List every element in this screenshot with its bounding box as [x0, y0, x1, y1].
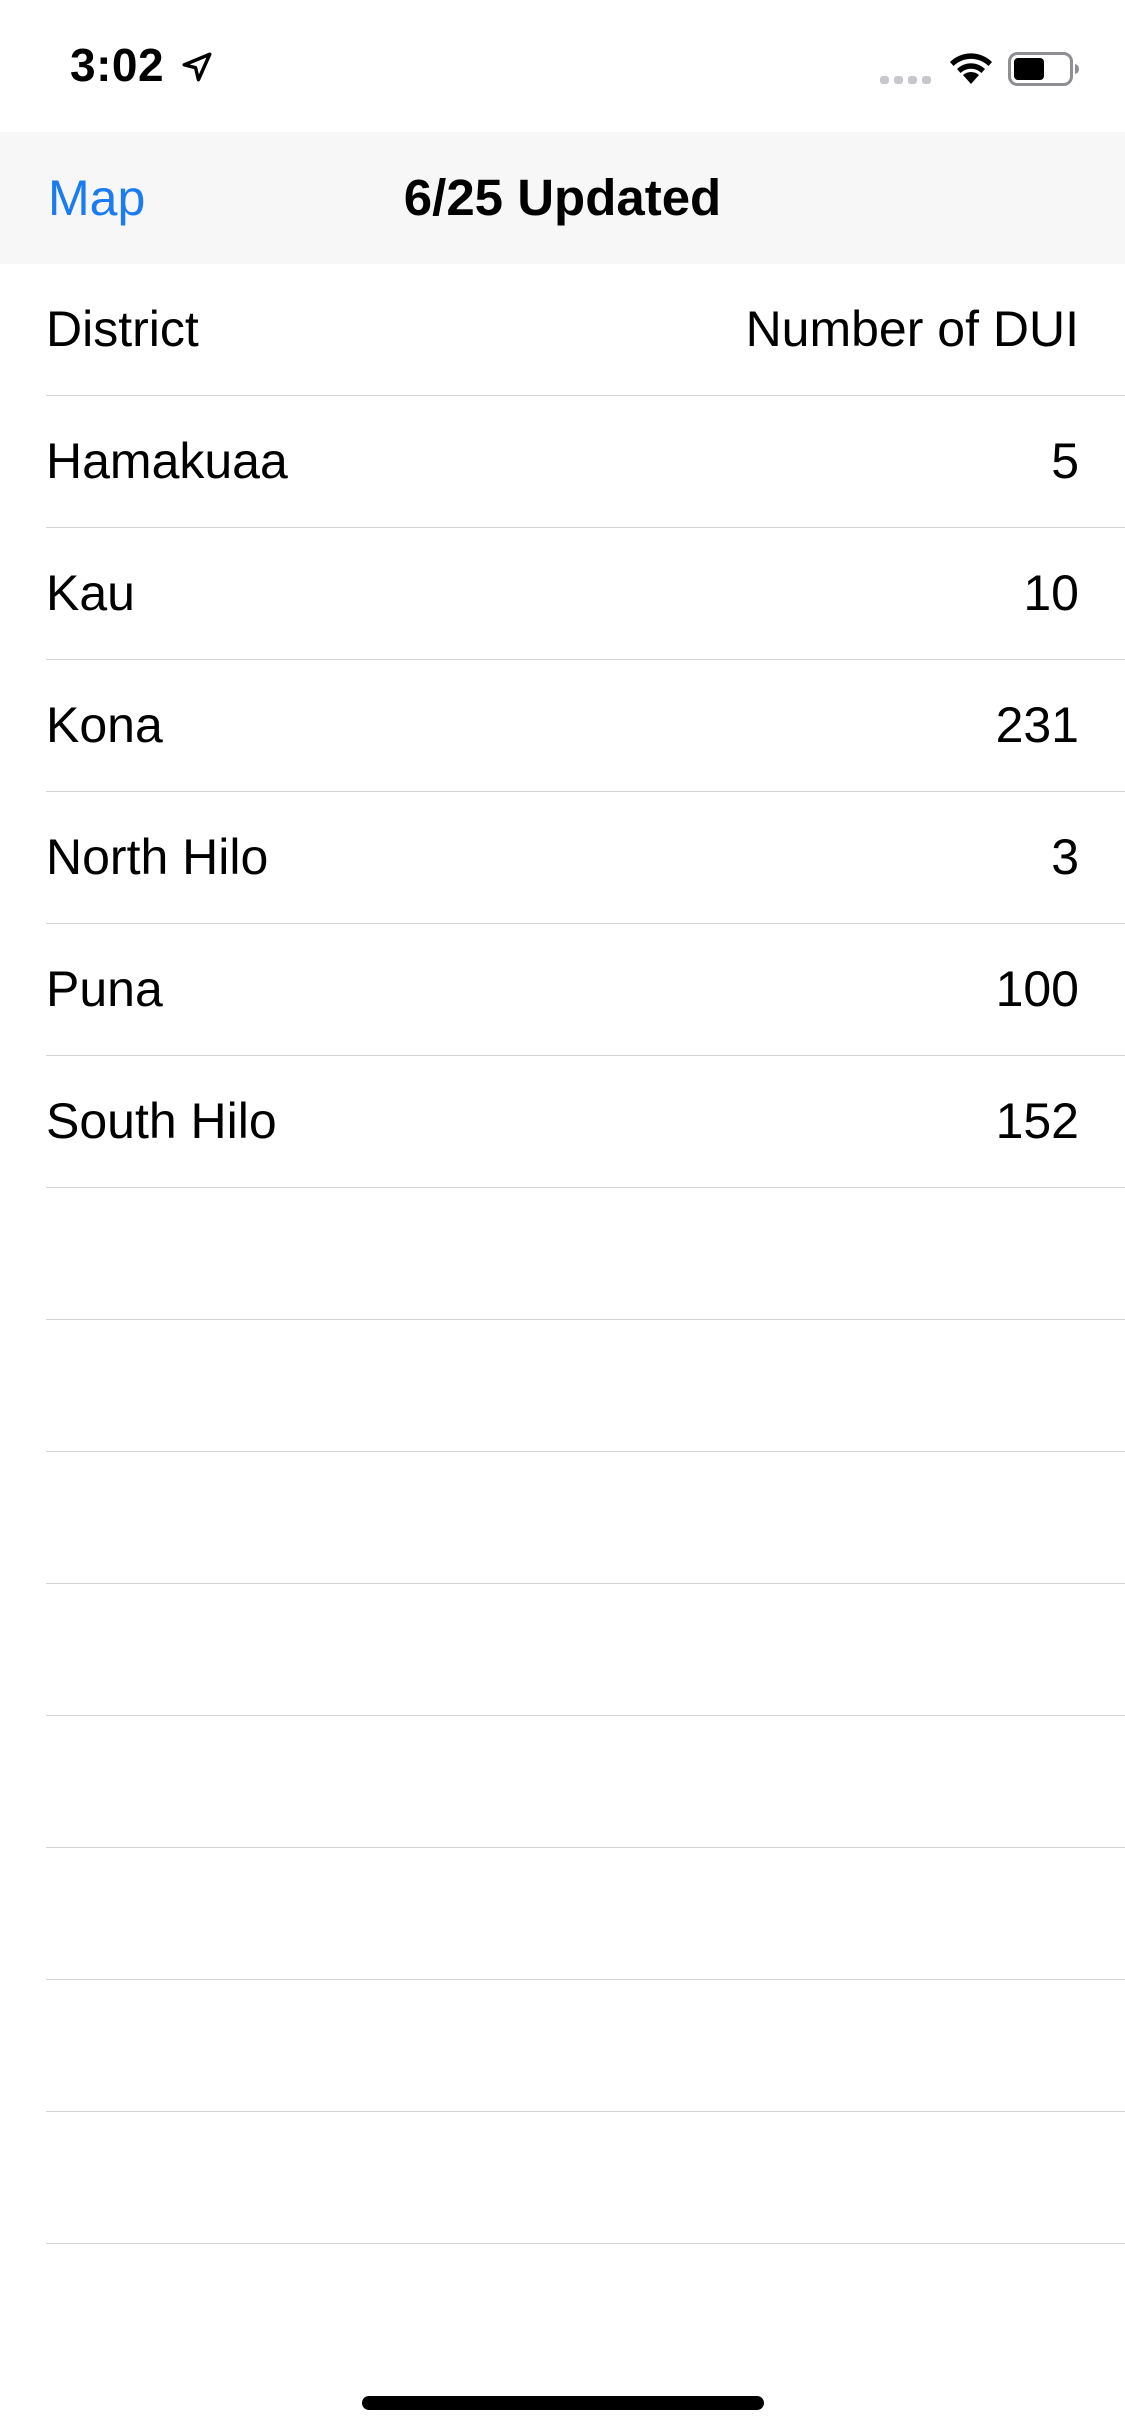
table-row[interactable]: North Hilo 3: [46, 792, 1125, 924]
status-time: 3:02: [70, 39, 165, 91]
district-name: South Hilo: [46, 1093, 277, 1149]
district-name: Kona: [46, 697, 163, 753]
table-row[interactable]: Puna 100: [46, 924, 1125, 1056]
table-row[interactable]: South Hilo 152: [46, 1056, 1125, 1188]
table-row[interactable]: Hamakuaa 5: [46, 396, 1125, 528]
district-name: North Hilo: [46, 829, 269, 885]
header-district: District: [46, 301, 199, 357]
dui-count: 152: [995, 1093, 1079, 1149]
screen: 3:02 6/25 Updated Map District Number of…: [0, 0, 1125, 2436]
table-row[interactable]: Kau 10: [46, 528, 1125, 660]
cellular-signal-icon: [880, 76, 931, 84]
wifi-icon: [950, 53, 992, 84]
map-back-button[interactable]: Map: [48, 132, 145, 264]
district-name: Kau: [46, 565, 135, 621]
empty-table-row: [46, 1188, 1125, 1320]
table-header-row: District Number of DUI: [46, 264, 1125, 396]
battery-icon: [1008, 52, 1079, 86]
district-name: Puna: [46, 961, 163, 1017]
table-row[interactable]: Kona 231: [46, 660, 1125, 792]
dui-table: District Number of DUI Hamakuaa 5 Kau 10…: [0, 264, 1125, 2244]
district-name: Hamakuaa: [46, 433, 288, 489]
status-bar: 3:02: [0, 0, 1125, 132]
dui-count: 5: [1051, 433, 1079, 489]
empty-table-row: [46, 1716, 1125, 1848]
dui-count: 231: [995, 697, 1079, 753]
empty-table-row: [46, 1452, 1125, 1584]
empty-table-row: [46, 1848, 1125, 1980]
empty-table-row: [46, 1584, 1125, 1716]
header-number-of-dui: Number of DUI: [745, 301, 1079, 357]
location-arrow-icon: [182, 52, 212, 82]
nav-title: 6/25 Updated: [403, 169, 722, 226]
empty-table-row: [46, 1980, 1125, 2112]
empty-table-row: [46, 2112, 1125, 2244]
navigation-bar: 6/25 Updated Map: [0, 132, 1125, 264]
dui-count: 3: [1051, 829, 1079, 885]
empty-table-row: [46, 1320, 1125, 1452]
dui-count: 100: [995, 961, 1079, 1017]
home-indicator[interactable]: [362, 2396, 764, 2410]
dui-count: 10: [1023, 565, 1079, 621]
